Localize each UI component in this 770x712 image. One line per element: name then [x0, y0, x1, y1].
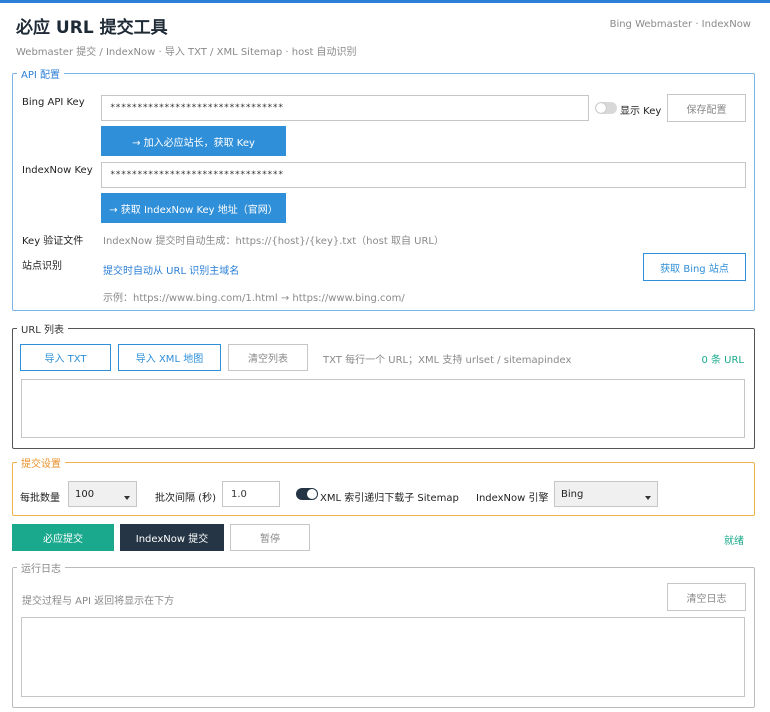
indexnow-key-input[interactable]: ********************************: [101, 162, 746, 188]
page-subtitle: Webmaster 提交 / IndexNow · 导入 TXT / XML S…: [16, 47, 357, 58]
batch-size-value: 100: [75, 488, 95, 500]
run-log-hint: 提交过程与 API 返回将显示在下方: [22, 596, 175, 607]
get-indexnow-key-button[interactable]: → 获取 IndexNow Key 地址（官网）: [101, 193, 286, 223]
indexnow-engine-value: Bing: [561, 488, 584, 500]
clear-log-button[interactable]: 清空日志: [667, 583, 746, 611]
verify-file-label: Key 验证文件: [22, 236, 84, 247]
top-accent-bar: [0, 0, 770, 3]
show-key-toggle[interactable]: [595, 102, 617, 114]
site-detect-label: 站点识别: [22, 261, 62, 272]
pause-button[interactable]: 暂停: [230, 524, 310, 551]
status-label: 就绪: [724, 536, 744, 547]
submit-settings-legend: 提交设置: [21, 459, 61, 470]
run-log-textarea[interactable]: [21, 617, 745, 697]
url-list-textarea[interactable]: [21, 379, 745, 438]
bing-key-label: Bing API Key: [22, 97, 85, 108]
chevron-down-icon: [124, 496, 130, 500]
indexnow-key-label: IndexNow Key: [22, 165, 93, 176]
verify-file-text: IndexNow 提交时自动生成：https://{host}/{key}.tx…: [103, 236, 444, 247]
url-list-legend: URL 列表: [21, 325, 65, 336]
chevron-down-icon: [645, 496, 651, 500]
brand-label: Bing Webmaster · IndexNow: [609, 19, 751, 30]
batch-interval-label: 批次间隔 (秒): [155, 493, 216, 504]
batch-size-label: 每批数量: [20, 493, 60, 504]
api-config-legend: API 配置: [21, 70, 60, 81]
run-log-legend: 运行日志: [21, 564, 61, 575]
save-config-button[interactable]: 保存配置: [667, 94, 746, 122]
xml-recursive-label: XML 索引递归下载子 Sitemap: [320, 493, 459, 504]
import-xml-button[interactable]: 导入 XML 地图: [118, 344, 221, 371]
indexnow-engine-select[interactable]: Bing: [554, 481, 658, 507]
add-bing-webmaster-button[interactable]: → 加入必应站长，获取 Key: [101, 126, 286, 156]
get-bing-site-button[interactable]: 获取 Bing 站点: [643, 253, 746, 281]
site-detect-text: 提交时自动从 URL 识别主域名: [103, 266, 240, 277]
show-key-label: 显示 Key: [620, 106, 662, 117]
batch-interval-input[interactable]: 1.0: [222, 481, 280, 507]
indexnow-engine-label: IndexNow 引擎: [476, 493, 549, 504]
bing-key-input[interactable]: ********************************: [101, 95, 589, 121]
site-example-text: 示例：https://www.bing.com/1.html → https:/…: [103, 293, 405, 304]
clear-list-button[interactable]: 清空列表: [228, 344, 308, 371]
page-title: 必应 URL 提交工具: [16, 18, 168, 38]
url-count-label: 0 条 URL: [701, 355, 744, 366]
xml-recursive-toggle[interactable]: [296, 488, 318, 500]
import-txt-button[interactable]: 导入 TXT: [20, 344, 111, 371]
bing-submit-button[interactable]: 必应提交: [12, 524, 114, 551]
url-list-hint: TXT 每行一个 URL；XML 支持 urlset / sitemapinde…: [323, 355, 572, 366]
batch-size-select[interactable]: 100: [68, 481, 137, 507]
indexnow-submit-button[interactable]: IndexNow 提交: [120, 524, 224, 551]
